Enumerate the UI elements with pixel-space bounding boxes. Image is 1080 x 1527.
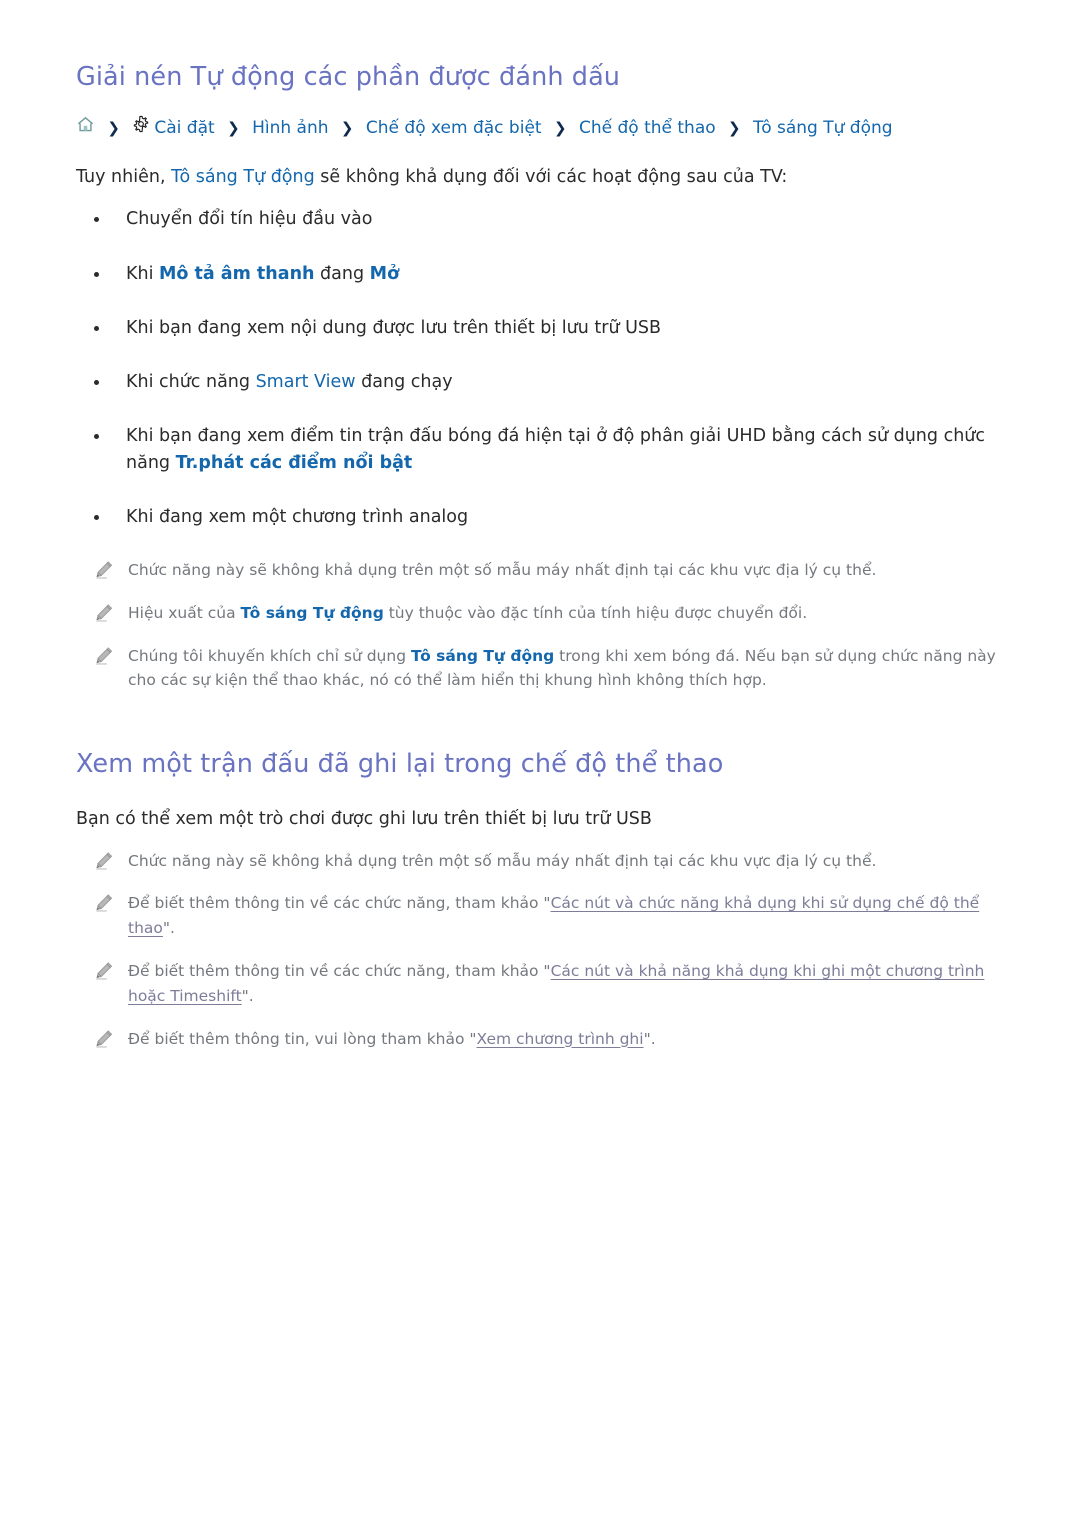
list-item: Khi đang xem một chương trình analog	[76, 504, 1008, 530]
pencil-icon	[94, 603, 114, 623]
pencil-icon	[94, 961, 114, 981]
note-1-1-text-2: tùy thuộc vào đặc tính của tính hiệu đượ…	[383, 603, 808, 622]
bullet-1-3-text-2: đang chạy	[355, 372, 453, 393]
intro-after: sẽ không khả dụng đối với các hoạt động …	[314, 166, 788, 187]
bullet-1-1-link-3[interactable]: Mở	[370, 264, 399, 284]
breadcrumb-separator-1: ❯	[227, 118, 240, 137]
bullet-1-5-text-0: Khi đang xem một chương trình analog	[126, 506, 469, 527]
breadcrumb-item-1[interactable]: Hình ảnh	[252, 117, 328, 139]
note-1-2-text-0: Chúng tôi khuyến khích chỉ sử dụng	[128, 646, 411, 665]
note-1-0-text-0: Chức năng này sẽ không khả dụng trên một…	[128, 561, 877, 580]
pencil-icon	[94, 1029, 114, 1049]
note-item: Để biết thêm thông tin về các chức năng,…	[76, 959, 1008, 1009]
section-2-intro: Bạn có thể xem một trò chơi được ghi lưu…	[76, 809, 652, 830]
note-item: Chức năng này sẽ không khả dụng trên một…	[76, 558, 1008, 583]
bullet-1-1-text-0: Khi	[126, 263, 159, 284]
bullet-1-0-text-0: Chuyển đổi tín hiệu đầu vào	[126, 209, 373, 230]
notes-list-1: Chức năng này sẽ không khả dụng trên một…	[76, 558, 1008, 693]
breadcrumb-separator-4: ❯	[728, 118, 741, 137]
restriction-bullet-list: Chuyển đổi tín hiệu đầu vào Khi Mô tả âm …	[76, 206, 1008, 530]
list-item: Chuyển đổi tín hiệu đầu vào	[76, 206, 1008, 232]
note-1-1-text-0: Hiệu xuất của	[128, 603, 241, 622]
note-2-3-text-2: ".	[643, 1029, 656, 1048]
notes-list-2: Chức năng này sẽ không khả dụng trên một…	[76, 849, 1008, 1052]
note-item: Để biết thêm thông tin, vui lòng tham kh…	[76, 1027, 1008, 1052]
bullet-1-4-link-1[interactable]: Tr.phát các điểm nổi bật	[176, 453, 413, 473]
intro-before: Tuy nhiên,	[76, 166, 172, 187]
note-2-3-ref-link-1[interactable]: Xem chương trình ghi	[477, 1030, 644, 1048]
note-2-0-text-0: Chức năng này sẽ không khả dụng trên một…	[128, 851, 877, 870]
pencil-icon	[94, 560, 114, 580]
pencil-icon	[94, 893, 114, 913]
note-2-1-text-2: ".	[162, 919, 175, 938]
note-item: Hiệu xuất của Tô sáng Tự động tùy thuộc …	[76, 601, 1008, 626]
note-2-2-text-0: Để biết thêm thông tin về các chức năng,…	[128, 961, 551, 980]
pencil-icon	[94, 646, 114, 666]
note-item: Chức năng này sẽ không khả dụng trên một…	[76, 849, 1008, 874]
bullet-1-1-link-1[interactable]: Mô tả âm thanh	[159, 264, 314, 284]
note-2-2-text-2: ".	[241, 986, 254, 1005]
breadcrumb: ❯ Cài đặt ❯ Hình ảnh ❯ Chế độ xem đặc bi…	[76, 116, 1008, 141]
breadcrumb-item-0[interactable]: Cài đặt	[154, 117, 214, 139]
bullet-1-3-text-0: Khi chức năng	[126, 372, 256, 393]
page-content: Giải nén Tự động các phần được đánh dấu …	[0, 0, 1080, 1051]
pencil-icon	[94, 851, 114, 871]
intro-paragraph: Tuy nhiên, Tô sáng Tự động sẽ không khả …	[76, 165, 1008, 190]
bullet-1-3-link-1[interactable]: Smart View	[256, 372, 356, 392]
intro-link[interactable]: Tô sáng Tự động	[171, 167, 315, 187]
gear-icon	[132, 115, 150, 139]
bullet-1-1-text-2: đang	[314, 263, 370, 284]
bullet-1-2-text-0: Khi bạn đang xem nội dung được lưu trên …	[126, 317, 662, 338]
note-item: Để biết thêm thông tin về các chức năng,…	[76, 891, 1008, 941]
breadcrumb-item-3[interactable]: Chế độ thể thao	[579, 117, 716, 139]
breadcrumb-item-4[interactable]: Tô sáng Tự động	[753, 117, 893, 139]
note-2-3-text-0: Để biết thêm thông tin, vui lòng tham kh…	[128, 1029, 477, 1048]
breadcrumb-separator-3: ❯	[553, 118, 567, 137]
page-title: Giải nén Tự động các phần được đánh dấu	[76, 62, 621, 92]
list-item: Khi chức năng Smart View đang chạy	[76, 369, 1008, 395]
list-item: Khi Mô tả âm thanh đang Mở	[76, 261, 1008, 287]
document-page: Giải nén Tự động các phần được đánh dấu …	[0, 0, 1080, 1527]
home-icon	[76, 115, 95, 140]
note-2-1-text-0: Để biết thêm thông tin về các chức năng,…	[128, 894, 551, 913]
breadcrumb-item-2[interactable]: Chế độ xem đặc biệt	[366, 117, 542, 139]
breadcrumb-separator-2: ❯	[340, 118, 354, 137]
note-item: Chúng tôi khuyến khích chỉ sử dụng Tô sá…	[76, 644, 1008, 694]
breadcrumb-separator-0: ❯	[107, 118, 120, 137]
list-item: Khi bạn đang xem nội dung được lưu trên …	[76, 315, 1008, 341]
note-1-1-link-1[interactable]: Tô sáng Tự động	[241, 604, 384, 622]
section-2-title: Xem một trận đấu đã ghi lại trong chế độ…	[76, 749, 724, 780]
note-1-2-link-1[interactable]: Tô sáng Tự động	[411, 647, 554, 665]
list-item: Khi bạn đang xem điểm tin trận đấu bóng …	[76, 423, 1008, 476]
